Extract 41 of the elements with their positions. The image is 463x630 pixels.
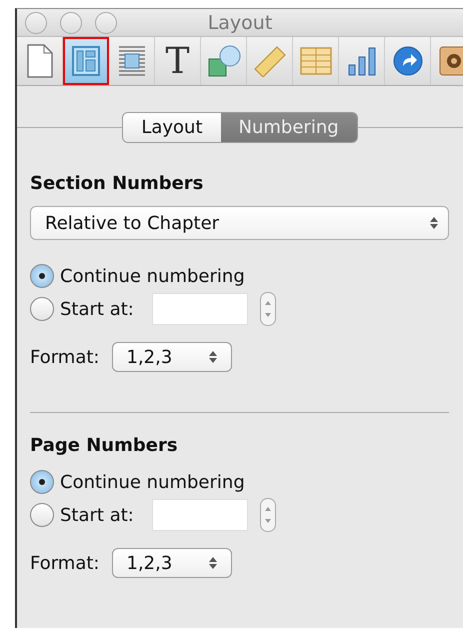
toolbar-button[interactable] bbox=[63, 37, 109, 85]
radio-label: Continue numbering bbox=[60, 266, 245, 286]
text-wrap-icon bbox=[118, 46, 146, 76]
window-control[interactable] bbox=[95, 12, 117, 34]
dropdown-value: Relative to Chapter bbox=[45, 212, 220, 234]
table-icon bbox=[300, 47, 332, 75]
document-icon bbox=[26, 44, 52, 78]
format-value: 1,2,3 bbox=[126, 346, 172, 368]
input-field[interactable] bbox=[152, 293, 248, 325]
toolbar-button[interactable]: T bbox=[155, 37, 201, 85]
format-dropdown[interactable]: 1,2,3 bbox=[112, 342, 232, 372]
input-field[interactable] bbox=[152, 499, 248, 531]
radio-button[interactable] bbox=[30, 503, 54, 527]
window-title: Layout bbox=[208, 12, 272, 34]
format-label: Format: bbox=[30, 346, 100, 368]
up-down-arrows-icon bbox=[430, 217, 438, 229]
bar-chart-icon bbox=[346, 46, 376, 76]
format-dropdown[interactable]: 1,2,3 bbox=[112, 548, 232, 578]
text-icon: T bbox=[165, 40, 190, 82]
radio-button[interactable] bbox=[30, 264, 54, 288]
radio-label: Continue numbering bbox=[60, 472, 245, 492]
stepper[interactable] bbox=[260, 292, 276, 326]
shapes-icon bbox=[206, 45, 240, 77]
dropdown[interactable]: Relative to Chapter bbox=[30, 206, 449, 240]
window-control[interactable] bbox=[60, 12, 82, 34]
radio-label: Start at: bbox=[60, 504, 134, 526]
layout-icon bbox=[72, 46, 100, 76]
window-control[interactable] bbox=[25, 12, 47, 34]
section-heading: Section Numbers bbox=[30, 173, 204, 194]
up-down-arrows-icon bbox=[208, 557, 216, 569]
ruler-icon bbox=[252, 45, 286, 77]
section-heading: Page Numbers bbox=[30, 435, 179, 456]
radio-label: Start at: bbox=[60, 298, 134, 320]
radio-button[interactable] bbox=[30, 470, 54, 494]
gear-icon bbox=[438, 46, 463, 76]
tab[interactable]: Layout bbox=[123, 113, 221, 142]
format-value: 1,2,3 bbox=[126, 552, 172, 574]
format-label: Format: bbox=[30, 552, 100, 574]
stepper[interactable] bbox=[260, 498, 276, 532]
up-down-arrows-icon bbox=[208, 351, 216, 363]
radio-button[interactable] bbox=[30, 297, 54, 321]
